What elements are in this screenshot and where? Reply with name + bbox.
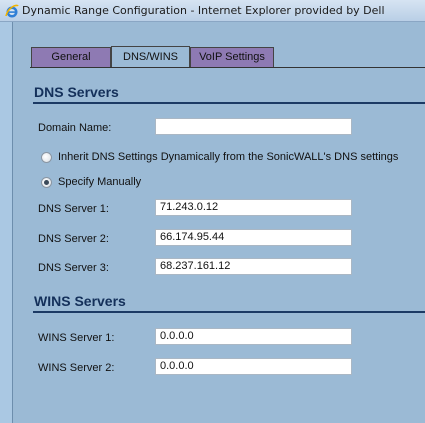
specify-manually-label: Specify Manually (58, 176, 142, 188)
tab-dns-wins[interactable]: DNS/WINS (111, 46, 190, 68)
wins-section-title: WINS Servers (34, 293, 126, 309)
wins-server-1-label: WINS Server 1: (38, 332, 115, 344)
dns-section-title: DNS Servers (34, 84, 119, 100)
wins-server-2-label: WINS Server 2: (38, 362, 115, 374)
dns-server-2-field[interactable]: 66.174.95.44 (155, 229, 352, 246)
dns-server-1-field[interactable]: 71.243.0.12 (155, 199, 352, 216)
content-border (12, 22, 13, 423)
specify-manually-radio[interactable] (41, 177, 52, 188)
wins-section-divider (33, 311, 425, 313)
tab-general[interactable]: General (31, 47, 111, 67)
dns-server-3-label: DNS Server 3: (38, 262, 109, 274)
dns-server-3-field[interactable]: 68.237.161.12 (155, 258, 352, 275)
window-title: Dynamic Range Configuration - Internet E… (22, 4, 385, 17)
tab-voip-settings-label: VoIP Settings (199, 51, 265, 63)
tab-general-label: General (51, 51, 91, 63)
internet-explorer-icon (5, 4, 19, 18)
inherit-dns-label: Inherit DNS Settings Dynamically from th… (58, 151, 399, 163)
dns-server-1-label: DNS Server 1: (38, 203, 109, 215)
tab-voip-settings[interactable]: VoIP Settings (190, 47, 274, 67)
tab-dns-wins-label: DNS/WINS (123, 51, 178, 63)
dns-section-divider (33, 102, 425, 104)
domain-name-label: Domain Name: (38, 122, 112, 134)
wins-server-1-field[interactable]: 0.0.0.0 (155, 328, 352, 345)
dns-server-2-label: DNS Server 2: (38, 233, 109, 245)
wins-server-2-field[interactable]: 0.0.0.0 (155, 358, 352, 375)
inherit-dns-radio[interactable] (41, 152, 52, 163)
domain-name-field[interactable] (155, 118, 352, 135)
window-title-bar: Dynamic Range Configuration - Internet E… (0, 0, 425, 22)
